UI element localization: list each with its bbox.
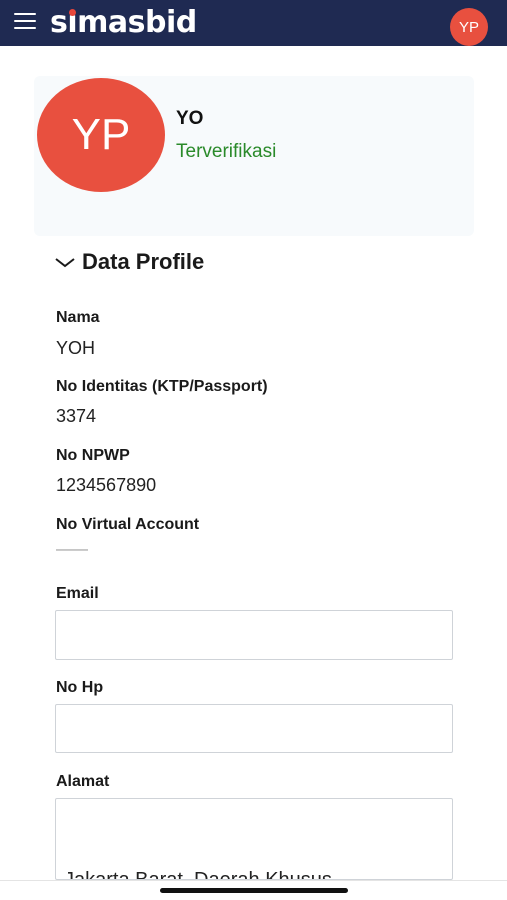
verification-status: Terverifikasi: [176, 141, 277, 162]
section-title: Data Profile: [82, 249, 205, 274]
no-identitas-label: No Identitas (KTP/Passport): [56, 378, 268, 395]
nama-value: YOH: [56, 338, 96, 358]
top-app-bar: s ı masbid YP: [0, 0, 507, 46]
no-npwp-label: No NPWP: [56, 447, 130, 464]
email-label: Email: [56, 585, 99, 602]
avatar-initials: YP: [458, 18, 479, 36]
hamburger-menu-icon[interactable]: [14, 13, 36, 31]
phone-field[interactable]: [55, 704, 453, 753]
logo-dot: [68, 9, 76, 16]
address-field[interactable]: Jakarta Barat, Daerah Khusus: [55, 798, 453, 880]
email-field[interactable]: [55, 610, 453, 660]
virtual-account-value: ——: [56, 541, 88, 558]
chevron-down-icon: [55, 258, 75, 268]
address-text: Jakarta Barat, Daerah Khusus: [64, 869, 332, 880]
no-identitas-value: 3374: [56, 406, 97, 426]
profile-name: YO: [176, 108, 204, 129]
data-profile-toggle[interactable]: Data Profile: [54, 249, 204, 275]
user-avatar-button[interactable]: YP: [450, 8, 488, 46]
profile-avatar-initials: YP: [71, 110, 131, 159]
profile-avatar: YP: [37, 78, 165, 192]
no-npwp-value: 1234567890: [56, 475, 157, 495]
app-logo[interactable]: s ı masbid: [50, 4, 197, 42]
nama-label: Nama: [56, 309, 100, 326]
home-indicator[interactable]: [160, 888, 348, 893]
alamat-label: Alamat: [56, 773, 110, 790]
no-hp-label: No Hp: [56, 679, 104, 696]
virtual-account-label: No Virtual Account: [56, 516, 200, 533]
